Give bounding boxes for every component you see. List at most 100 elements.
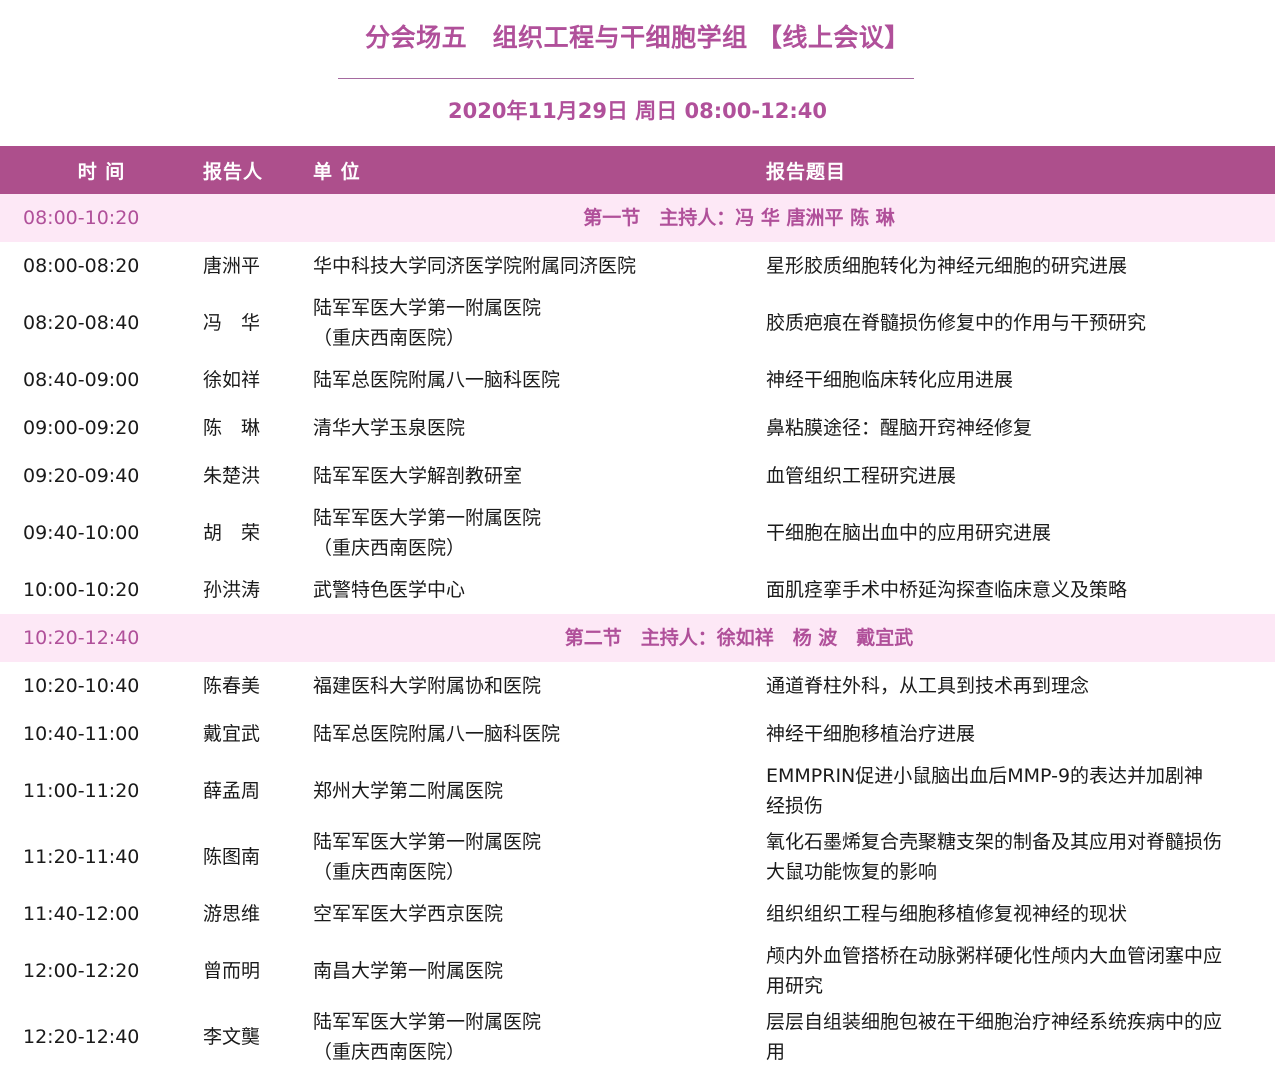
cell-speaker: 徐如祥 (203, 369, 261, 391)
cell-speaker: 陈 琳 (203, 417, 261, 439)
cell-title: 胶质疤痕在脊髓损伤修复中的作用与干预研究 (766, 290, 1275, 356)
cell-unit: 南昌大学第一附属医院 (313, 938, 766, 1004)
cell-time: 10:20-10:40 (23, 675, 140, 697)
section-time: 10:20-12:40 (0, 614, 203, 662)
cell-title: 干细胞在脑出血中的应用研究进展 (766, 500, 1275, 566)
cell-time: 12:00-12:20 (23, 960, 140, 982)
cell-unit: 武警特色医学中心 (313, 566, 766, 614)
unit-line: 华中科技大学同济医学院附属同济医院 (313, 255, 637, 277)
cell-title: 氧化石墨烯复合壳聚糖支架的制备及其应用对脊髓损伤 大鼠功能恢复的影响 (766, 824, 1275, 890)
cell-time: 09:00-09:20 (23, 417, 140, 439)
cell-title: 颅内外血管搭桥在动脉粥样硬化性颅内大血管闭塞中应 用研究 (766, 938, 1275, 1004)
title-line: 经损伤 (766, 795, 824, 817)
title-line: 氧化石墨烯复合壳聚糖支架的制备及其应用对脊髓损伤 (766, 831, 1223, 853)
cell-title: 神经干细胞临床转化应用进展 (766, 356, 1275, 404)
section-row: 08:00-10:20 第一节 主持人：冯 华 唐洲平 陈 琳 (0, 194, 1275, 242)
title-line: 神经干细胞移植治疗进展 (766, 723, 976, 745)
table-row: 11:20-11:40 陈图南 陆军军医大学第一附属医院 （重庆西南医院） 氧化石墨烯复… (0, 824, 1275, 890)
title-line: 用 (766, 1041, 786, 1063)
unit-line: 陆军总医院附属八一脑科医院 (313, 723, 561, 745)
cell-unit: 陆军军医大学解剖教研室 (313, 452, 766, 500)
cell-title: 神经干细胞移植治疗进展 (766, 710, 1275, 758)
title-line: 胶质疤痕在脊髓损伤修复中的作用与干预研究 (766, 312, 1147, 334)
title-divider (338, 78, 914, 79)
cell-unit: 陆军总医院附属八一脑科医院 (313, 710, 766, 758)
unit-line: （重庆西南医院） (313, 327, 466, 349)
unit-line: 南昌大学第一附属医院 (313, 960, 504, 982)
section-label: 第二节 主持人：徐如祥 杨 波 戴宜武 (203, 614, 1275, 662)
table-row: 08:40-09:00 徐如祥 陆军总医院附属八一脑科医院 神经干细胞临床转化应用进展 (0, 356, 1275, 404)
cell-title: 血管组织工程研究进展 (766, 452, 1275, 500)
cell-time: 08:00-08:20 (23, 255, 140, 277)
unit-line: 清华大学玉泉医院 (313, 417, 466, 439)
table-row: 10:20-10:40 陈春美 福建医科大学附属协和医院 通道脊柱外科，从工具到技术再… (0, 662, 1275, 710)
schedule-body: 08:00-10:20 第一节 主持人：冯 华 唐洲平 陈 琳 08:00-08:2… (0, 194, 1275, 1070)
column-header-speaker: 报告人 (203, 146, 313, 194)
cell-title: EMMPRIN促进小鼠脑出血后MMP-9的表达并加剧神 经损伤 (766, 758, 1275, 824)
table-row: 09:40-10:00 胡 荣 陆军军医大学第一附属医院 （重庆西南医院） 干细胞在脑出… (0, 500, 1275, 566)
unit-line: 郑州大学第二附属医院 (313, 780, 504, 802)
table-row: 12:00-12:20 曾而明 南昌大学第一附属医院 颅内外血管搭桥在动脉粥样硬化性颅… (0, 938, 1275, 1004)
unit-line: （重庆西南医院） (313, 537, 466, 559)
page-title: 分会场五 组织工程与干细胞学组 【线上会议】 (365, 23, 910, 52)
session-date: 2020年11月29日 周日 08:00-12:40 (448, 99, 827, 123)
cell-title: 星形胶质细胞转化为神经元细胞的研究进展 (766, 242, 1275, 290)
cell-unit: 陆军军医大学第一附属医院 （重庆西南医院） (313, 500, 766, 566)
cell-time: 11:40-12:00 (23, 903, 140, 925)
title-line: 大鼠功能恢复的影响 (766, 861, 938, 883)
cell-unit: 空军军医大学西京医院 (313, 890, 766, 938)
title-line: 组织组织工程与细胞移植修复视神经的现状 (766, 903, 1128, 925)
cell-title: 组织组织工程与细胞移植修复视神经的现状 (766, 890, 1275, 938)
title-line: 干细胞在脑出血中的应用研究进展 (766, 522, 1052, 544)
unit-line: 陆军军医大学第一附属医院 (313, 1011, 542, 1033)
cell-unit: 陆军军医大学第一附属医院 （重庆西南医院） (313, 1004, 766, 1070)
cell-unit: 清华大学玉泉医院 (313, 404, 766, 452)
title-line: 星形胶质细胞转化为神经元细胞的研究进展 (766, 255, 1128, 277)
unit-line: 福建医科大学附属协和医院 (313, 675, 542, 697)
cell-title: 通道脊柱外科，从工具到技术再到理念 (766, 662, 1275, 710)
cell-speaker: 冯 华 (203, 312, 261, 334)
table-row: 09:20-09:40 朱楚洪 陆军军医大学解剖教研室 血管组织工程研究进展 (0, 452, 1275, 500)
cell-title: 鼻粘膜途径：醒脑开窍神经修复 (766, 404, 1275, 452)
unit-line: 武警特色医学中心 (313, 579, 466, 601)
table-header-row: 时 间 报告人 单 位 报告题目 (0, 146, 1275, 194)
table-row: 08:00-08:20 唐洲平 华中科技大学同济医学院附属同济医院 星形胶质细胞转化为… (0, 242, 1275, 290)
cell-speaker: 陈春美 (203, 675, 261, 697)
cell-time: 09:40-10:00 (23, 522, 140, 544)
unit-line: 陆军总医院附属八一脑科医院 (313, 369, 561, 391)
title-line: 通道脊柱外科，从工具到技术再到理念 (766, 675, 1090, 697)
cell-speaker: 胡 荣 (203, 522, 261, 544)
cell-speaker: 朱楚洪 (203, 465, 261, 487)
column-header-unit: 单 位 (313, 146, 766, 194)
cell-speaker: 李文龑 (203, 1026, 261, 1048)
cell-speaker: 曾而明 (203, 960, 261, 982)
section-label: 第一节 主持人：冯 华 唐洲平 陈 琳 (203, 194, 1275, 242)
cell-title: 面肌痉挛手术中桥延沟探查临床意义及策略 (766, 566, 1275, 614)
cell-time: 08:20-08:40 (23, 312, 140, 334)
table-row: 11:40-12:00 游思维 空军军医大学西京医院 组织组织工程与细胞移植修复视神经… (0, 890, 1275, 938)
cell-speaker: 戴宜武 (203, 723, 261, 745)
table-row: 08:20-08:40 冯 华 陆军军医大学第一附属医院 （重庆西南医院） 胶质疤痕在脊… (0, 290, 1275, 356)
cell-speaker: 薛孟周 (203, 780, 261, 802)
unit-line: （重庆西南医院） (313, 1041, 466, 1063)
cell-time: 10:00-10:20 (23, 579, 140, 601)
unit-line: 陆军军医大学第一附属医院 (313, 831, 542, 853)
table-row: 12:20-12:40 李文龑 陆军军医大学第一附属医院 （重庆西南医院） 层层自组装细… (0, 1004, 1275, 1070)
cell-time: 10:40-11:00 (23, 723, 140, 745)
cell-speaker: 陈图南 (203, 846, 261, 868)
cell-time: 08:40-09:00 (23, 369, 140, 391)
cell-time: 11:00-11:20 (23, 780, 140, 802)
title-line: 用研究 (766, 975, 824, 997)
table-row: 10:40-11:00 戴宜武 陆军总医院附属八一脑科医院 神经干细胞移植治疗进展 (0, 710, 1275, 758)
cell-unit: 陆军军医大学第一附属医院 （重庆西南医院） (313, 824, 766, 890)
cell-speaker: 孙洪涛 (203, 579, 261, 601)
title-line: 神经干细胞临床转化应用进展 (766, 369, 1014, 391)
cell-title: 层层自组装细胞包被在干细胞治疗神经系统疾病中的应用 (766, 1004, 1275, 1070)
title-line: 鼻粘膜途径：醒脑开窍神经修复 (766, 417, 1033, 439)
cell-time: 09:20-09:40 (23, 465, 140, 487)
title-line: 层层自组装细胞包被在干细胞治疗神经系统疾病中的应 (766, 1011, 1223, 1033)
table-row: 11:00-11:20 薛孟周 郑州大学第二附属医院 EMMPRIN促进小鼠脑出血后M… (0, 758, 1275, 824)
cell-time: 11:20-11:40 (23, 846, 140, 868)
schedule-table: 时 间 报告人 单 位 报告题目 08:00-10:20 第一节 主持人：冯 华 … (0, 146, 1275, 1070)
column-header-time: 时 间 (0, 146, 203, 194)
